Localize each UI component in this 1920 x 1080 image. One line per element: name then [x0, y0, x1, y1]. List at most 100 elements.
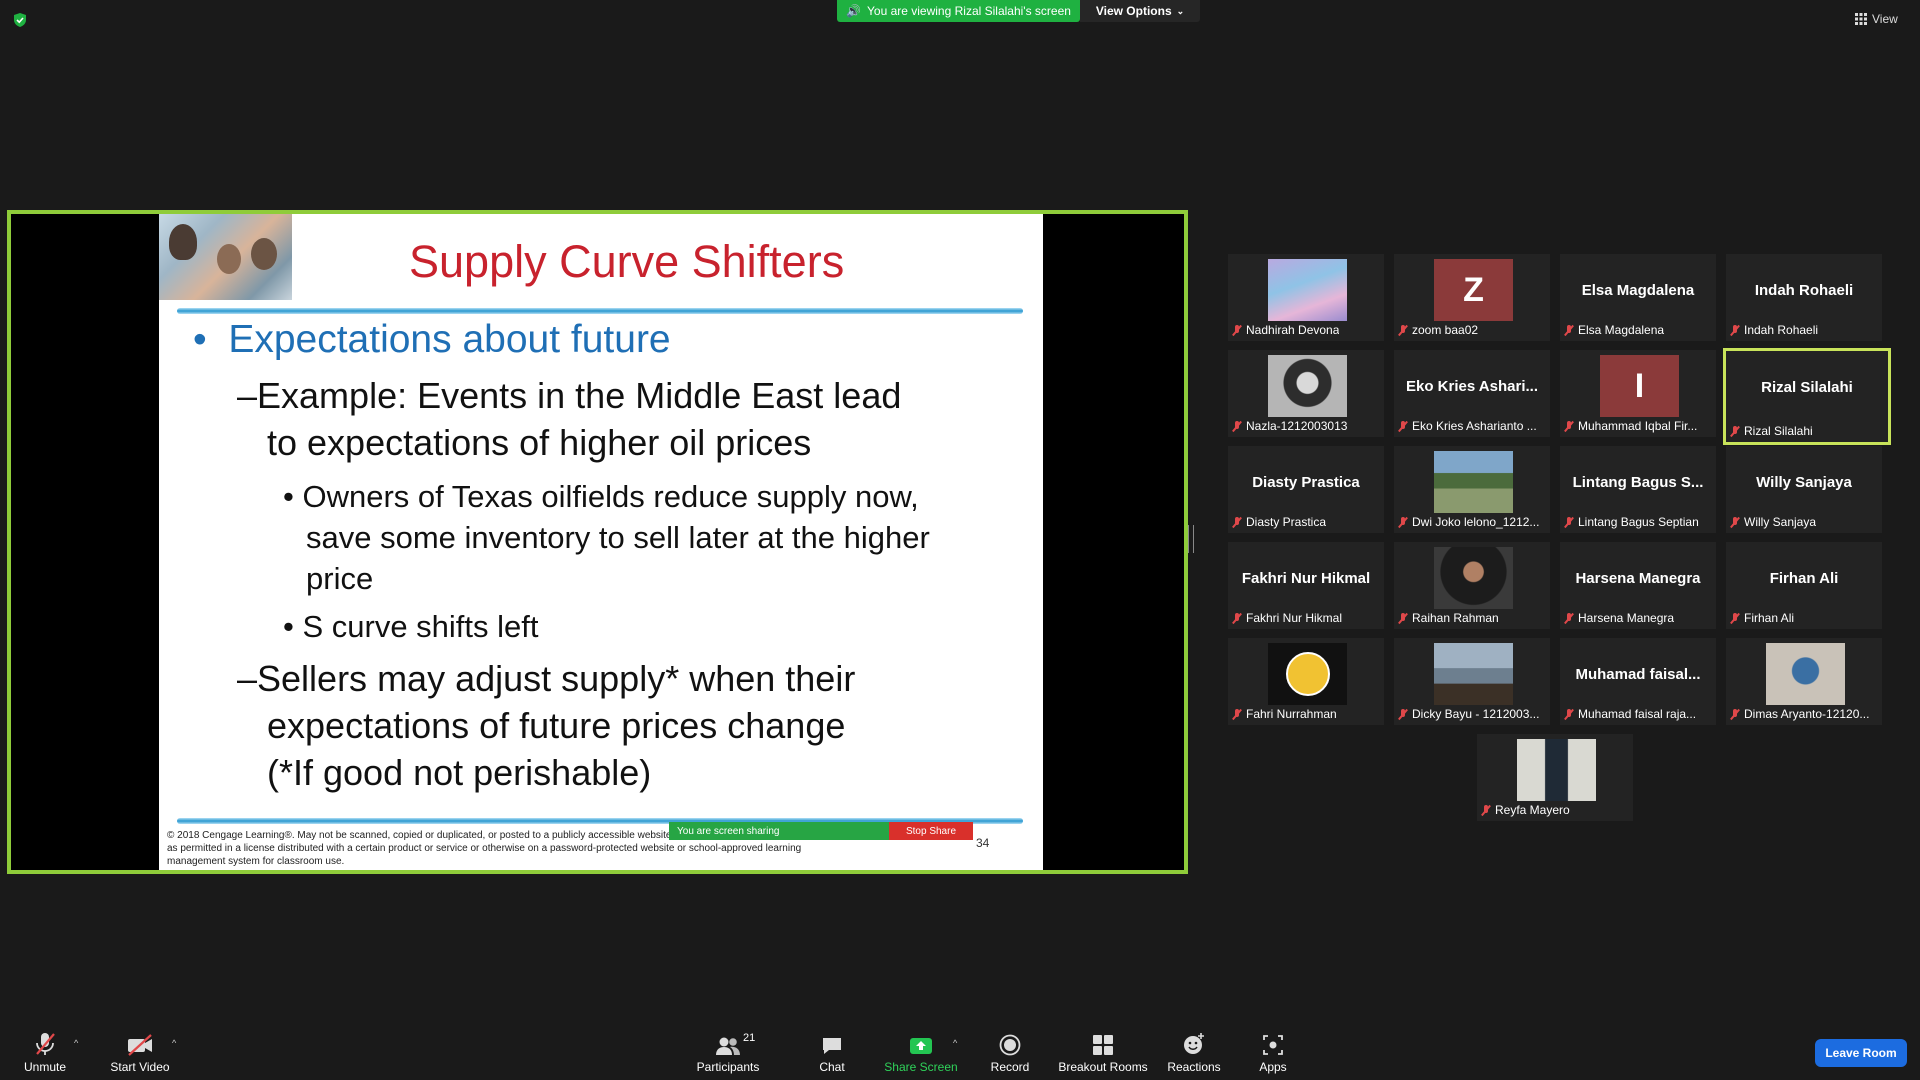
microphone-muted-icon — [1398, 324, 1408, 336]
participant-tile[interactable]: Nazla-1212003013 — [1228, 350, 1384, 437]
microphone-muted-icon — [1232, 612, 1242, 624]
participant-name: Harsena Manegra — [1578, 611, 1675, 625]
video-options-caret-icon[interactable]: ^ — [172, 1038, 176, 1048]
view-options-label: View Options — [1095, 4, 1172, 18]
slide-bullet-1: • Expectations about future — [193, 318, 671, 361]
leave-room-button[interactable]: Leave Room — [1815, 1039, 1907, 1067]
participant-display-name: Firhan Ali — [1769, 570, 1839, 587]
participant-name-label: Reyfa Mayero — [1481, 803, 1629, 817]
participant-avatar — [1434, 451, 1513, 513]
viewing-screen-banner: 🔊 You are viewing Rizal Silalahi's scree… — [837, 0, 1080, 22]
participant-tile[interactable]: Muhamad faisal... Muhamad faisal raja... — [1560, 638, 1716, 725]
participant-name: Nazla-1212003013 — [1246, 419, 1348, 433]
participants-button[interactable]: 21 Participants — [693, 1032, 763, 1074]
share-options-caret-icon[interactable]: ^ — [953, 1038, 957, 1048]
participant-name: Nadhirah Devona — [1246, 323, 1340, 337]
participant-name-label: Dimas Aryanto-12120... — [1730, 707, 1878, 721]
participant-avatar — [1268, 643, 1347, 705]
apps-label: Apps — [1259, 1060, 1287, 1074]
participant-tile[interactable]: Fahri Nurrahman — [1228, 638, 1384, 725]
participant-name: Willy Sanjaya — [1744, 515, 1817, 529]
reactions-label: Reactions — [1167, 1060, 1221, 1074]
slide-sub-2-text: S curve shifts left — [302, 609, 539, 644]
record-icon — [999, 1034, 1021, 1056]
chat-button[interactable]: Chat — [812, 1032, 852, 1074]
participant-display-name: Willy Sanjaya — [1756, 474, 1852, 491]
microphone-muted-icon — [1564, 708, 1574, 720]
participant-tile[interactable]: Indah Rohaeli Indah Rohaeli — [1726, 254, 1882, 341]
participants-label: Participants — [696, 1060, 760, 1074]
participant-tile[interactable]: Fakhri Nur Hikmal Fakhri Nur Hikmal — [1228, 542, 1384, 629]
video-camera-off-icon — [128, 1034, 152, 1056]
participant-name: Lintang Bagus Septian — [1578, 515, 1699, 529]
participant-name-label: Elsa Magdalena — [1564, 323, 1712, 337]
participant-tile[interactable]: Firhan Ali Firhan Ali — [1726, 542, 1882, 629]
slide-sub-2: • S curve shifts left — [283, 609, 539, 644]
microphone-muted-icon — [1730, 612, 1740, 624]
participant-tile[interactable]: Dicky Bayu - 1212003... — [1394, 638, 1550, 725]
slide-top-rule — [177, 308, 1023, 314]
apps-icon — [1263, 1035, 1283, 1055]
apps-button[interactable]: Apps — [1255, 1032, 1291, 1074]
participant-name: Dicky Bayu - 1212003... — [1412, 707, 1540, 721]
participant-name-label: Harsena Manegra — [1564, 611, 1712, 625]
participants-count-badge: 21 — [743, 1032, 756, 1044]
audio-options-caret-icon[interactable]: ^ — [74, 1038, 78, 1048]
participant-tile[interactable]: Raihan Rahman — [1394, 542, 1550, 629]
share-screen-icon — [910, 1038, 932, 1054]
participant-name: Muhammad Iqbal Fir... — [1578, 419, 1698, 433]
participant-tile[interactable]: Zzoom baa02 — [1394, 254, 1550, 341]
participant-tile[interactable]: Lintang Bagus S... Lintang Bagus Septian — [1560, 446, 1716, 533]
shared-screen[interactable]: Supply Curve Shifters • Expectations abo… — [7, 210, 1188, 874]
participant-tile[interactable]: Diasty Prastica Diasty Prastica — [1228, 446, 1384, 533]
participant-avatar: I — [1600, 355, 1679, 417]
slide-dash-1-line-1: –Example: Events in the Middle East lead — [237, 375, 902, 416]
microphone-muted-icon — [1564, 612, 1574, 624]
participant-tile[interactable]: Elsa Magdalena Elsa Magdalena — [1560, 254, 1716, 341]
microphone-muted-icon — [1398, 516, 1408, 528]
participant-tile[interactable]: Rizal Silalahi Rizal Silalahi — [1723, 348, 1891, 445]
start-video-button[interactable]: Start Video — [105, 1032, 175, 1074]
participants-icon — [716, 1037, 740, 1055]
participant-avatar — [1766, 643, 1845, 705]
reactions-button[interactable]: Reactions — [1165, 1032, 1223, 1074]
participant-tile[interactable]: I Muhammad Iqbal Fir... — [1560, 350, 1716, 437]
participant-tile[interactable]: Reyfa Mayero — [1477, 734, 1633, 821]
participant-name-label: Willy Sanjaya — [1730, 515, 1878, 529]
participant-name: Raihan Rahman — [1412, 611, 1499, 625]
participant-tile[interactable]: Harsena Manegra Harsena Manegra — [1560, 542, 1716, 629]
participant-avatar — [1434, 547, 1513, 609]
view-label: View — [1872, 12, 1898, 26]
participant-display-name: Eko Kries Ashari... — [1406, 378, 1538, 395]
unmute-button[interactable]: Unmute — [20, 1032, 70, 1074]
microphone-muted-icon — [1730, 324, 1740, 336]
participant-tile[interactable]: Nadhirah Devona — [1228, 254, 1384, 341]
participant-name: Rizal Silalahi — [1744, 424, 1813, 438]
panel-splitter-handle[interactable] — [1188, 525, 1194, 553]
share-screen-label: Share Screen — [884, 1060, 958, 1074]
participant-name-label: Lintang Bagus Septian — [1564, 515, 1712, 529]
participant-tile[interactable]: Willy Sanjaya Willy Sanjaya — [1726, 446, 1882, 533]
microphone-muted-icon — [1232, 324, 1242, 336]
share-screen-button[interactable]: Share Screen — [883, 1032, 959, 1074]
participant-name-label: Indah Rohaeli — [1730, 323, 1878, 337]
microphone-muted-icon — [1564, 324, 1574, 336]
microphone-muted-icon — [1398, 420, 1408, 432]
participant-name-label: Nadhirah Devona — [1232, 323, 1380, 337]
participant-name: Eko Kries Asharianto ... — [1412, 419, 1537, 433]
participant-tile[interactable]: Dimas Aryanto-12120... — [1726, 638, 1882, 725]
speaker-icon: 🔊 — [846, 4, 861, 18]
microphone-muted-icon — [1398, 708, 1408, 720]
record-button[interactable]: Record — [988, 1032, 1032, 1074]
participant-tile[interactable]: Dwi Joko lelono_1212... — [1394, 446, 1550, 533]
stop-share-button: Stop Share — [889, 822, 973, 840]
microphone-muted-icon — [1730, 708, 1740, 720]
security-shield-icon[interactable] — [12, 12, 28, 28]
participant-tile[interactable]: Eko Kries Ashari... Eko Kries Asharianto … — [1394, 350, 1550, 437]
leave-room-label: Leave Room — [1825, 1046, 1897, 1060]
view-options-button[interactable]: View Options ⌄ — [1080, 0, 1200, 22]
start-video-label: Start Video — [110, 1060, 170, 1074]
breakout-rooms-button[interactable]: Breakout Rooms — [1058, 1032, 1148, 1074]
view-button[interactable]: View — [1855, 9, 1898, 29]
participant-display-name: Muhamad faisal... — [1575, 666, 1701, 683]
